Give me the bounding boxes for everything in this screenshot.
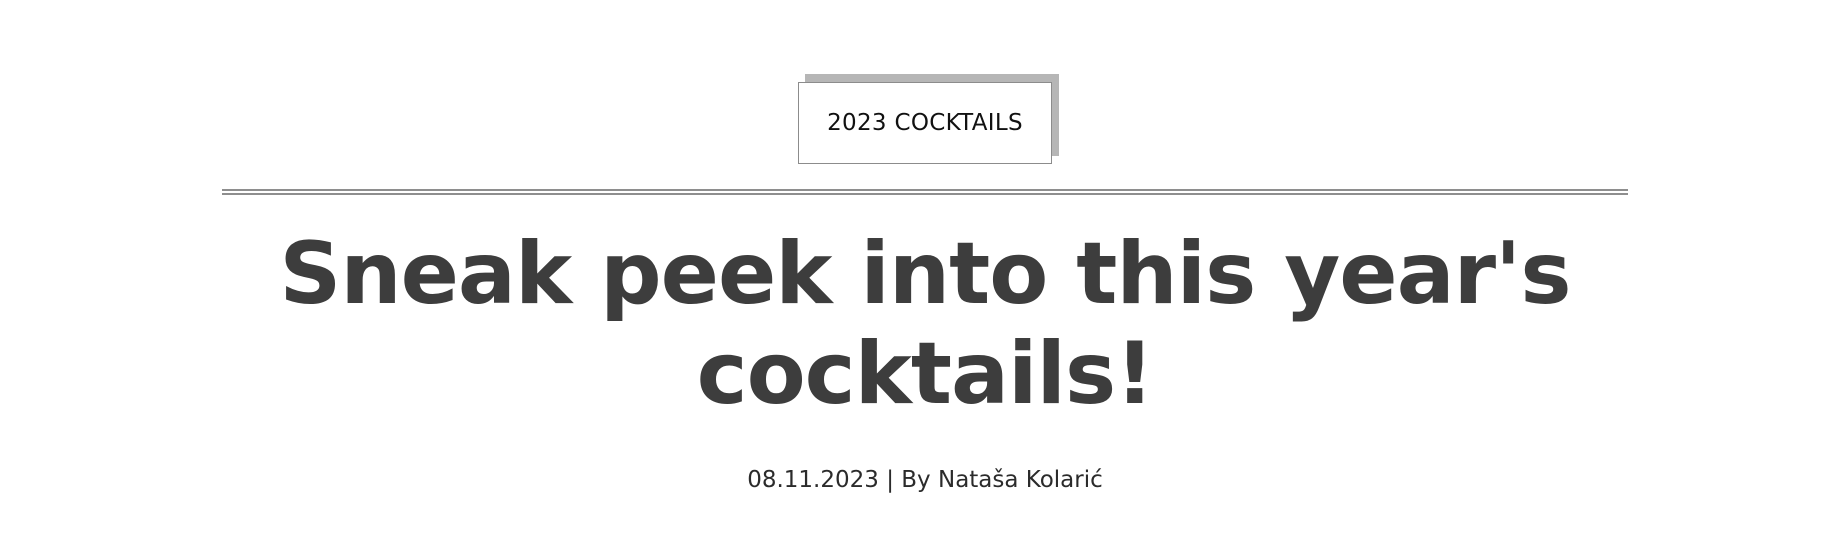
double-divider: [222, 189, 1628, 195]
author-prefix: By: [901, 467, 931, 493]
category-tag-link[interactable]: 2023 COCKTAILS: [798, 82, 1052, 164]
article-author: Nataša Kolarić: [937, 467, 1103, 493]
article-title: Sneak peek into this year's cocktails!: [279, 224, 1571, 424]
article-date: 08.11.2023: [747, 467, 879, 493]
meta-separator: |: [886, 467, 894, 493]
article-meta: 08.11.2023 | By Nataša Kolarić: [222, 467, 1628, 493]
category-tag-wrapper: 2023 COCKTAILS: [798, 74, 1059, 164]
